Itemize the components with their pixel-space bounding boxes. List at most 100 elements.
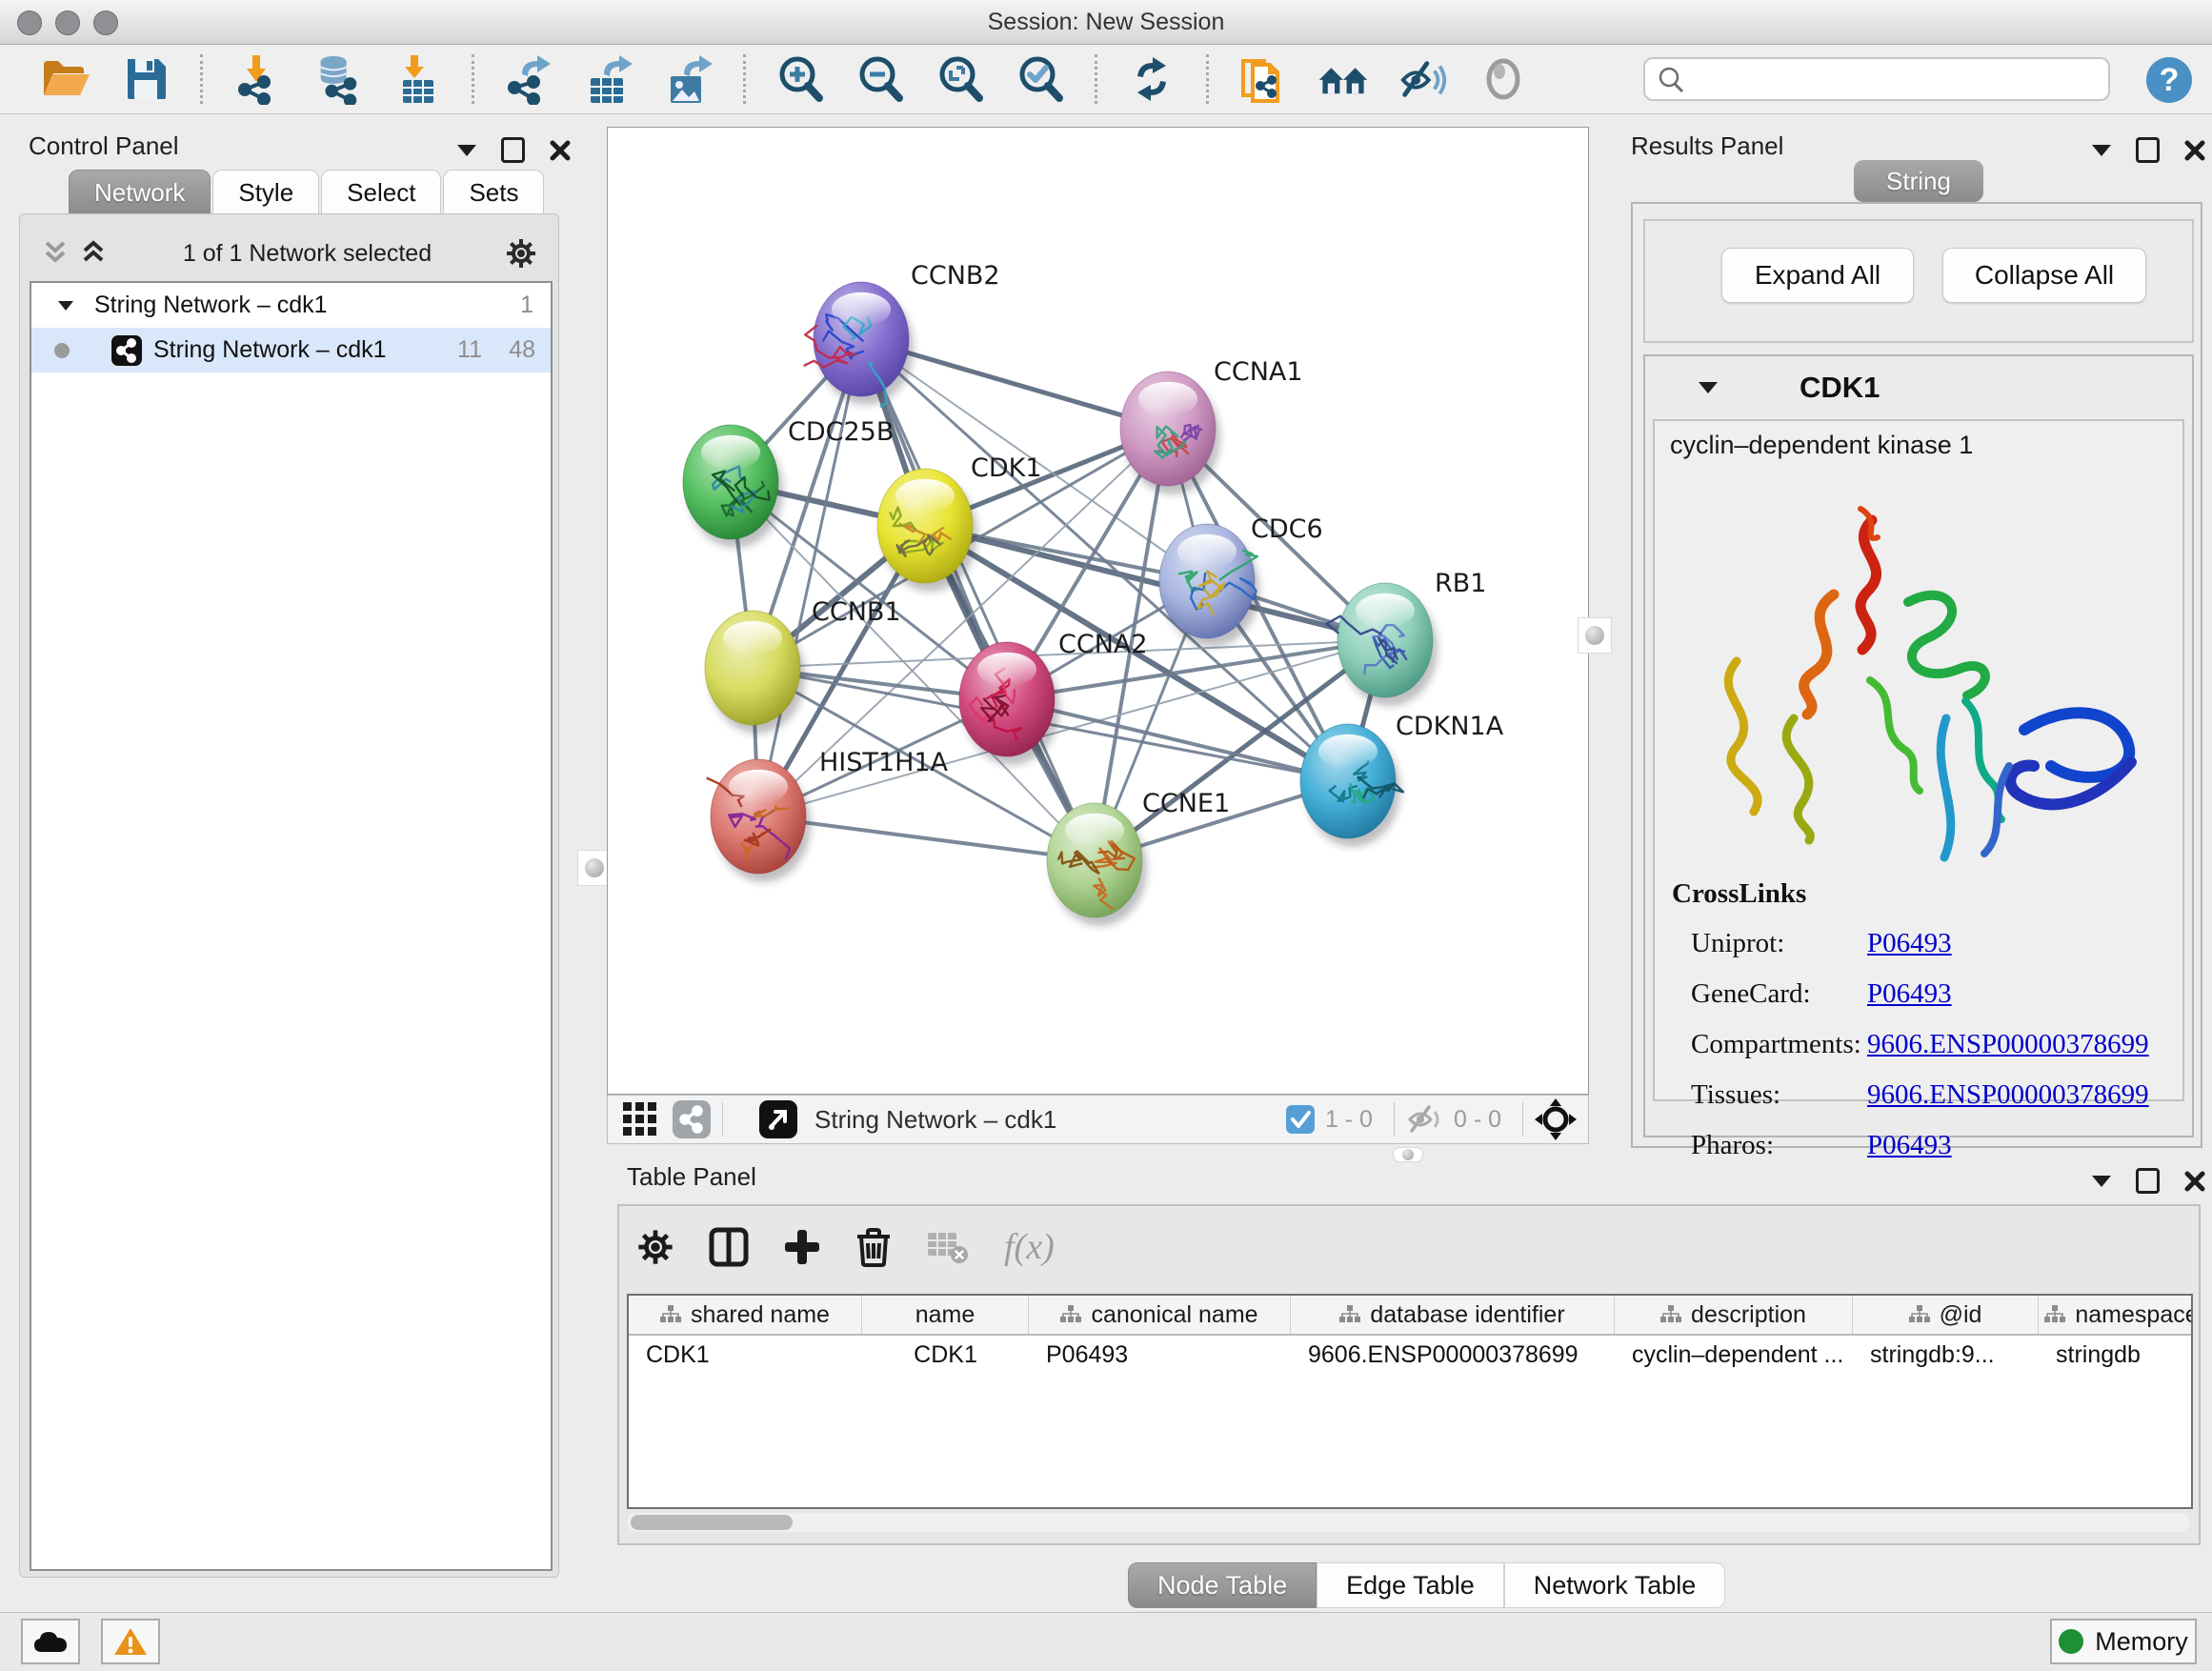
add-column-plus-icon[interactable] <box>783 1228 821 1266</box>
export-table-button[interactable] <box>583 53 634 105</box>
expand-all-button[interactable]: Expand All <box>1721 248 1914 303</box>
hide-selected-eye-icon-button[interactable] <box>1398 53 1449 105</box>
crosslink-link[interactable]: 9606.ENSP00000378699 <box>1867 1079 2149 1111</box>
import-table-button[interactable] <box>392 53 443 105</box>
table-cell[interactable]: stringdb:9... <box>1853 1336 2039 1374</box>
selected-count: 1 - 0 <box>1325 1106 1373 1134</box>
houses-button[interactable] <box>1317 53 1369 105</box>
import-network-file-button[interactable] <box>231 53 283 105</box>
network-node[interactable]: CCNA2 <box>959 630 1148 765</box>
panel-divider-grip[interactable] <box>1578 617 1612 654</box>
column-header-canonical-name[interactable]: canonical name <box>1029 1296 1291 1334</box>
gear-icon[interactable] <box>505 237 537 270</box>
network-collection-row[interactable]: String Network – cdk1 1 <box>31 283 551 328</box>
table-cell[interactable]: CDK1 <box>862 1336 1029 1374</box>
network-node[interactable]: CCNB2 <box>804 261 1000 407</box>
tree-expand-icon[interactable] <box>58 301 73 311</box>
warnings-button[interactable] <box>101 1619 160 1664</box>
fit-selected-crosshair-icon[interactable] <box>1535 1098 1577 1140</box>
column-header-shared-name[interactable]: shared name <box>629 1296 862 1334</box>
panel-close-icon[interactable] <box>2184 140 2205 161</box>
network-node[interactable]: CCNE1 <box>1047 789 1230 926</box>
network-node[interactable]: HIST1H1A <box>707 748 949 882</box>
crosslink-link[interactable]: 9606.ENSP00000378699 <box>1867 1029 2149 1060</box>
crosslink-link[interactable]: P06493 <box>1867 978 1952 1010</box>
column-header--id[interactable]: @id <box>1853 1296 2039 1334</box>
panel-float-icon[interactable] <box>2136 1168 2160 1194</box>
network-node[interactable]: CDC6 <box>1159 514 1323 647</box>
crosslink-label: Tissues: <box>1691 1079 1867 1111</box>
network-from-selection-button[interactable] <box>1237 53 1289 105</box>
crosslinks-heading: CrossLinks <box>1672 878 1806 910</box>
search-input[interactable] <box>1685 65 2089 93</box>
panel-float-icon[interactable] <box>501 137 525 163</box>
collapse-all-button[interactable]: Collapse All <box>1942 248 2146 303</box>
search-icon <box>1657 65 1685 93</box>
network-node[interactable]: RB1 <box>1327 569 1487 706</box>
export-image-button[interactable] <box>663 53 714 105</box>
scrollbar-thumb[interactable] <box>631 1515 793 1530</box>
import-network-database-button[interactable] <box>312 53 363 105</box>
table-row[interactable]: CDK1CDK1P064939606.ENSP00000378699cyclin… <box>629 1336 2191 1374</box>
tab-node-table[interactable]: Node Table <box>1128 1562 1317 1608</box>
network-view-canvas[interactable]: CCNB2CCNA1CDC25BCDK1CDC6RB1CCNB1CCNA2CDK… <box>607 127 1589 1095</box>
gear-icon[interactable] <box>636 1228 674 1266</box>
column-header-namespace[interactable]: namespace <box>2039 1296 2193 1334</box>
open-session-button[interactable] <box>40 53 91 105</box>
crosslink-link[interactable]: P06493 <box>1867 928 1952 959</box>
zoom-out-button[interactable] <box>855 53 906 105</box>
panel-close-icon[interactable] <box>2184 1171 2205 1192</box>
network-node[interactable]: CCNA1 <box>1120 357 1303 494</box>
string-view-icon[interactable] <box>673 1100 711 1138</box>
network-row[interactable]: String Network – cdk1 11 48 <box>31 328 551 372</box>
table-cell[interactable]: stringdb <box>2039 1336 2193 1374</box>
table-cell[interactable]: CDK1 <box>629 1336 862 1374</box>
network-view-toolbar: String Network – cdk1 1 - 0 0 - 0 <box>607 1095 1589 1144</box>
network-node[interactable]: CDKN1A <box>1300 712 1504 847</box>
tab-network-table[interactable]: Network Table <box>1504 1562 1726 1608</box>
svg-text:?: ? <box>2160 62 2180 98</box>
tab-network[interactable]: Network <box>69 170 211 214</box>
section-collapse-icon[interactable] <box>1699 382 1718 393</box>
collapse-all-chevrons-icon[interactable] <box>39 239 71 268</box>
save-session-button[interactable] <box>120 53 171 105</box>
zoom-in-button[interactable] <box>774 53 826 105</box>
toolbar-separator <box>200 54 203 104</box>
column-header-description[interactable]: description <box>1615 1296 1853 1334</box>
grid-view-icon[interactable] <box>621 1100 659 1138</box>
network-node[interactable]: CCNB1 <box>705 597 901 734</box>
tab-select[interactable]: Select <box>321 170 441 214</box>
table-cell[interactable]: P06493 <box>1029 1336 1291 1374</box>
selected-checkbox-icon[interactable] <box>1285 1104 1316 1135</box>
panel-menu-icon[interactable] <box>457 145 476 156</box>
zoom-fit-button[interactable] <box>935 53 986 105</box>
tab-string[interactable]: String <box>1854 160 1983 202</box>
network-tab-body: 1 of 1 Network selected String Network –… <box>19 213 559 1578</box>
table-cell[interactable]: 9606.ENSP00000378699 <box>1291 1336 1615 1374</box>
panel-menu-icon[interactable] <box>2092 1176 2111 1187</box>
expand-all-chevrons-icon[interactable] <box>77 239 110 268</box>
collection-count: 1 <box>520 292 533 319</box>
open-in-window-icon[interactable] <box>759 1100 797 1138</box>
show-columns-icon[interactable] <box>709 1227 749 1267</box>
delete-column-trash-icon[interactable] <box>855 1227 892 1267</box>
table-horizontal-scrollbar[interactable] <box>627 1513 2189 1532</box>
column-header-database-identifier[interactable]: database identifier <box>1291 1296 1615 1334</box>
panel-menu-icon[interactable] <box>2092 145 2111 156</box>
panel-close-icon[interactable] <box>550 140 571 161</box>
column-header-name[interactable]: name <box>862 1296 1029 1334</box>
gene-section-header[interactable]: CDK1 <box>1645 356 2192 419</box>
memory-button[interactable]: Memory <box>2050 1619 2197 1664</box>
help-button[interactable]: ? <box>2145 56 2193 104</box>
panel-float-icon[interactable] <box>2136 137 2160 163</box>
refresh-button[interactable] <box>1126 53 1177 105</box>
zoom-selected-button[interactable] <box>1015 53 1066 105</box>
table-cell[interactable]: cyclin–dependent ... <box>1615 1336 1853 1374</box>
network-column-icon <box>1909 1305 1930 1324</box>
export-network-button[interactable] <box>503 53 554 105</box>
show-all-eye-icon-button[interactable] <box>1478 53 1529 105</box>
tab-style[interactable]: Style <box>212 170 319 214</box>
tab-sets[interactable]: Sets <box>443 170 544 214</box>
cloud-button[interactable] <box>21 1619 80 1664</box>
tab-edge-table[interactable]: Edge Table <box>1317 1562 1504 1608</box>
